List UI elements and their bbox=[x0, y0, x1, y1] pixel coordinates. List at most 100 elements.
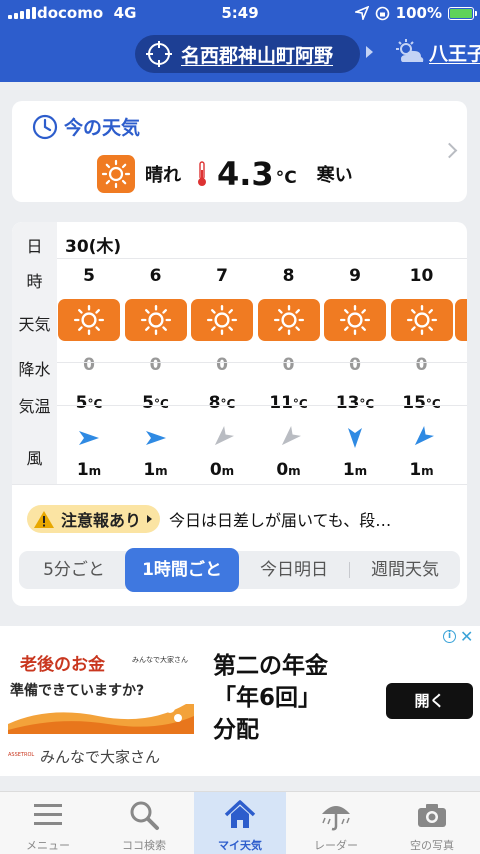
nav-item-sky-photo[interactable]: 空の写真 bbox=[384, 792, 480, 854]
wind-speed-value: 0m bbox=[209, 460, 235, 480]
forecast-row-labels: 日 時 天気 降水 気温 風 bbox=[12, 222, 57, 484]
hour-value: 5 bbox=[83, 266, 95, 286]
divider bbox=[57, 362, 467, 363]
label-day: 日 bbox=[26, 237, 43, 256]
sunny-icon bbox=[455, 299, 467, 341]
temp-value: 15°C bbox=[402, 393, 441, 413]
hourly-forecast-card: 日 時 天気 降水 気温 風 30(木) 5 0 5°C 1m 6 0 5°C 1m 7 0 8°C… bbox=[12, 222, 467, 606]
clock-icon bbox=[32, 114, 58, 139]
status-bar: docomo 4G 5:49 100% bbox=[0, 0, 480, 26]
temp-value: 8°C bbox=[208, 393, 236, 413]
nav-item-my-weather[interactable]: マイ天気 bbox=[194, 792, 286, 854]
chevron-right-icon bbox=[441, 142, 458, 159]
forecast-period-tabs: 5分ごと 1時間ごと 今日明日 週間天気 bbox=[19, 548, 460, 592]
tab-5min[interactable]: 5分ごと bbox=[19, 551, 129, 589]
ad-title[interactable]: 第二の年金「年6回」分配 bbox=[213, 650, 383, 746]
wind-speed-value: 1m bbox=[409, 460, 434, 480]
tab-weekly[interactable]: 週間天気 bbox=[350, 551, 460, 589]
rain-value: 0 bbox=[349, 355, 361, 375]
warning-row[interactable]: 注意報あり 今日は日差しが届いても、段… bbox=[27, 505, 391, 533]
battery-icon bbox=[448, 6, 477, 20]
tab-hourly[interactable]: 1時間ごと bbox=[125, 548, 239, 592]
wind-speed-value: 1m bbox=[76, 460, 102, 480]
wind-direction-icon bbox=[348, 428, 362, 448]
location-arrow-icon bbox=[354, 6, 369, 20]
wind-direction-icon bbox=[281, 426, 301, 446]
label-hour: 時 bbox=[26, 272, 43, 291]
divider bbox=[12, 484, 467, 485]
nav-label-sky-photo: 空の写真 bbox=[410, 839, 454, 852]
warning-text: 今日は日差しが届いても、段… bbox=[169, 511, 392, 530]
wind-speed-value: 1m bbox=[342, 460, 368, 480]
ad-title-line: 「年6回」 bbox=[213, 685, 322, 711]
hour-column: 7 0 8°C 0m bbox=[190, 222, 254, 484]
current-temperature: 4.3 bbox=[217, 155, 274, 193]
nav-label-radar: レーダー bbox=[314, 839, 358, 852]
wind-direction-icon bbox=[414, 426, 434, 446]
menu-icon bbox=[34, 804, 62, 825]
nav-label-menu: メニュー bbox=[26, 839, 70, 852]
nav-item-radar[interactable]: レーダー bbox=[288, 792, 384, 854]
label-rain: 降水 bbox=[18, 360, 51, 379]
current-location-button[interactable]: 名西郡神山町阿野 bbox=[135, 35, 360, 73]
hour-value: 10 bbox=[409, 266, 434, 286]
camera-icon bbox=[418, 804, 446, 827]
temp-value: 5°C bbox=[75, 393, 103, 413]
search-icon bbox=[130, 801, 159, 830]
rain-value: 0 bbox=[216, 355, 228, 375]
temp-value: 5°C bbox=[142, 393, 169, 413]
ad-title-line: 第二の年金 bbox=[213, 653, 328, 679]
current-condition: 晴れ bbox=[145, 165, 181, 186]
label-wind: 風 bbox=[26, 449, 43, 468]
label-weather: 天気 bbox=[18, 315, 51, 334]
sunny-icon bbox=[257, 299, 320, 341]
wind-direction-icon bbox=[214, 426, 234, 446]
nav-label-search: ココ検索 bbox=[122, 839, 166, 852]
bottom-nav: メニュー ココ検索 マイ天気 レーダー 空の写真 bbox=[0, 791, 480, 854]
nav-item-search[interactable]: ココ検索 bbox=[96, 792, 192, 854]
hour-column: 5 0 5°C 1m bbox=[57, 222, 121, 484]
sunny-icon bbox=[191, 299, 253, 341]
ad-close-icon[interactable]: ✕ bbox=[460, 627, 473, 646]
sunny-icon bbox=[97, 155, 135, 193]
warning-icon bbox=[34, 510, 54, 528]
current-weather-card[interactable]: 今の天気 晴れ 4.3 °C 寒い bbox=[12, 101, 467, 202]
triangle-right-icon bbox=[147, 515, 153, 523]
next-location-name: 八王子 bbox=[429, 42, 480, 65]
rotation-lock-icon bbox=[375, 6, 389, 20]
next-location-button[interactable]: 八王子 bbox=[395, 38, 480, 66]
sunny-icon bbox=[124, 299, 187, 341]
current-feel: 寒い bbox=[316, 165, 353, 186]
divider bbox=[57, 405, 467, 406]
temp-value: 13°C bbox=[335, 393, 375, 413]
sunny-icon bbox=[324, 299, 386, 341]
warning-badge[interactable]: 注意報あり bbox=[27, 505, 161, 533]
current-weather-title: 今の天気 bbox=[64, 117, 141, 139]
hour-value: 6 bbox=[149, 266, 162, 286]
battery-percent: 100% bbox=[395, 4, 442, 22]
ad-wave-graphic bbox=[8, 703, 194, 734]
ad-open-button[interactable]: 開く bbox=[386, 683, 473, 719]
ad-brand: みんなで大家さん bbox=[40, 748, 161, 766]
sunny-icon bbox=[58, 299, 120, 341]
hour-column: 9 0 13°C 1m bbox=[323, 222, 387, 484]
rain-value: 0 bbox=[83, 355, 95, 375]
hour-column: 10 0 15°C 1m bbox=[390, 222, 454, 484]
rain-value: 0 bbox=[282, 355, 295, 375]
ad-info-icon[interactable]: i bbox=[443, 630, 456, 643]
thermometer-icon bbox=[198, 161, 206, 186]
hour-column: 6 0 5°C 1m bbox=[124, 222, 188, 484]
rain-value: 0 bbox=[415, 355, 428, 375]
wind-direction-icon bbox=[145, 431, 166, 445]
ad-headline: 老後のお金 bbox=[20, 655, 105, 675]
label-temp: 気温 bbox=[18, 397, 51, 416]
tab-today-tomorrow[interactable]: 今日明日 bbox=[239, 551, 349, 589]
hour-value: 7 bbox=[216, 266, 228, 286]
temp-value: 11°C bbox=[269, 393, 308, 413]
sun-cloud-icon bbox=[396, 39, 424, 62]
ad-title-line: 分配 bbox=[213, 717, 259, 743]
wind-speed-value: 1m bbox=[143, 460, 168, 480]
ad-logo-small: ASSETROL bbox=[8, 752, 35, 758]
next-location-arrow-icon[interactable] bbox=[366, 46, 373, 58]
nav-item-menu[interactable]: メニュー bbox=[0, 792, 96, 854]
